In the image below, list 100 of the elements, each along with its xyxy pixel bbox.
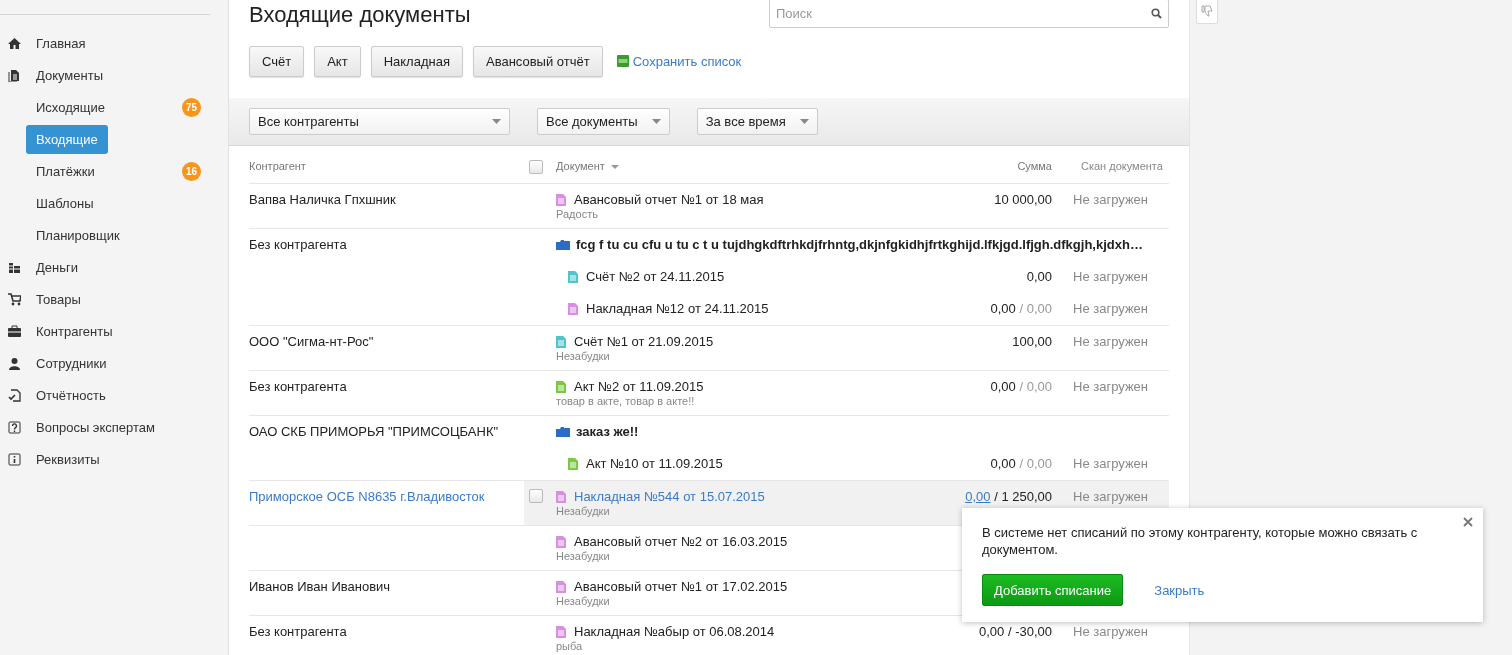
total-amount: / 0,00 (1019, 301, 1052, 316)
thumbs-down-icon (1201, 5, 1213, 17)
filter-dropdown[interactable]: За все время (696, 108, 818, 135)
folder-icon (556, 425, 570, 437)
scan-status: Не загружен (1073, 192, 1148, 207)
info-icon (7, 452, 21, 466)
report-icon (7, 388, 21, 402)
amount-text: 100,00 (1012, 334, 1052, 349)
scan-status: Не загружен (1073, 379, 1148, 394)
scan-status: Не загружен (1073, 624, 1148, 639)
document-icon (568, 270, 578, 283)
scan-status: Не загружен (1073, 489, 1148, 504)
document-link[interactable]: Авансовый отчет №2 от 16.03.2015 (574, 533, 788, 550)
counterparty-name[interactable]: Иванов Иван Иванович (249, 579, 391, 594)
search-field[interactable]: Поиск (769, 0, 1169, 28)
scan-status: Не загружен (1073, 334, 1148, 349)
document-link[interactable]: Счёт №1 от 21.09.2015 (574, 333, 714, 350)
close-icon[interactable] (1463, 517, 1473, 527)
caret-icon (492, 119, 501, 124)
column-header[interactable]: Документ (556, 158, 605, 175)
create-document-button[interactable]: Акт (314, 45, 361, 77)
document-note: Незабудки (556, 350, 611, 362)
sidebar-item[interactable]: Планировщик (26, 220, 130, 250)
home-icon (7, 36, 21, 50)
briefcase-icon (7, 324, 21, 338)
sidebar-item[interactable]: Контрагенты (36, 316, 123, 346)
sidebar-item[interactable]: Главная (36, 28, 96, 58)
create-document-button[interactable]: Накладная (370, 45, 463, 77)
sidebar-item[interactable]: Платёжки (26, 156, 105, 186)
sidebar-item[interactable]: Отчётность (36, 380, 116, 410)
spreadsheet-icon (616, 55, 629, 67)
coins-icon (7, 260, 21, 274)
sidebar-item[interactable]: Шаблоны (26, 188, 104, 218)
scan-status: Не загружен (1073, 456, 1148, 471)
sidebar-item[interactable]: Деньги (36, 252, 88, 282)
document-icon (556, 193, 566, 206)
search-icon (1151, 8, 1162, 19)
sidebar-item[interactable]: Сотрудники (36, 348, 117, 378)
total-amount: / -30,00 (1007, 624, 1052, 639)
document-icon (568, 457, 578, 470)
document-note: рыба (556, 640, 584, 652)
total-amount: / 0,00 (1019, 456, 1052, 471)
filter-dropdown[interactable]: Все контрагенты (249, 108, 510, 135)
folder-title[interactable]: fcg f tu cu cfu u tu c t u tujdhgkdftrhkdjfrhntg,dkjnfgkidhjfrtkghijd.lfkjgd.lfjgh.dfkgjh,kjdxh… (576, 235, 1143, 253)
counterparty-name[interactable]: Приморское ОСБ N8635 г.Владивосток (249, 489, 485, 504)
document-link[interactable]: Авансовый отчет №1 от 17.02.2015 (574, 578, 788, 595)
caret-icon (651, 119, 661, 124)
counterparty-name[interactable]: Вапва Наличка Гпхшник (249, 192, 396, 207)
sidebar-item[interactable]: Исходящие (26, 92, 115, 122)
column-header: Сумма (1017, 160, 1052, 172)
feedback-button[interactable] (1196, 0, 1218, 24)
cart-icon (7, 292, 21, 306)
popover-message: В системе нет списаний по этому контрагенту, которые можно связать с документом. (982, 524, 1419, 558)
document-link[interactable]: Накладная №544 от 15.07.2015 (574, 488, 765, 505)
document-link[interactable]: Накладная №12 от 24.11.2015 (586, 300, 769, 317)
select-all-checkbox[interactable] (529, 159, 543, 174)
document-icon (556, 580, 566, 593)
payment-link[interactable]: 0,00 (965, 489, 991, 504)
column-header: Скан документа (1080, 160, 1163, 172)
sidebar-item[interactable]: Реквизиты (36, 444, 110, 474)
total-amount: / 0,00 (1019, 379, 1052, 394)
document-note: Незабудки (556, 505, 611, 517)
document-link[interactable]: Накладная №абыр от 06.08.2014 (574, 623, 775, 640)
row-checkbox[interactable] (529, 489, 543, 503)
document-link[interactable]: Акт №2 от 11.09.2015 (574, 378, 704, 395)
folder-title[interactable]: заказ же!! (576, 422, 639, 440)
counterparty-name[interactable]: Без контрагента (249, 237, 347, 252)
sidebar-item[interactable]: Товары (36, 284, 91, 314)
amount-text: 0,00 (990, 456, 1016, 471)
close-link[interactable]: Закрыть (1154, 582, 1205, 598)
amount-text: 10 000,00 (994, 192, 1052, 207)
counterparty-name[interactable]: ООО "Сигма-нт-Рос" (249, 334, 374, 349)
count-badge: 16 (182, 161, 201, 181)
sort-caret-icon (610, 164, 619, 169)
scan-status: Не загружен (1073, 269, 1148, 284)
document-link[interactable]: Авансовый отчет №1 от 18 мая (574, 191, 764, 208)
document-icon (556, 490, 566, 503)
page-title: Входящие документы (249, 1, 471, 29)
document-link[interactable]: Счёт №2 от 24.11.2015 (586, 268, 725, 285)
document-note: Незабудки (556, 595, 611, 607)
document-icon (556, 335, 566, 348)
create-document-button[interactable]: Счёт (249, 45, 305, 77)
counterparty-name[interactable]: ОАО СКБ ПРИМОРЬЯ "ПРИМСОЦБАНК" (249, 424, 499, 439)
document-icon (556, 535, 566, 548)
create-document-button[interactable]: Авансовый отчёт (473, 45, 603, 77)
scan-status: Не загружен (1073, 301, 1148, 316)
document-link[interactable]: Акт №10 от 11.09.2015 (586, 455, 723, 472)
count-badge: 75 (182, 97, 201, 117)
amount-text: 0,00 (990, 301, 1016, 316)
sidebar-item[interactable]: Вопросы экспертам (36, 412, 165, 442)
document-icon (568, 302, 578, 315)
counterparty-name[interactable]: Без контрагента (249, 624, 347, 639)
sidebar-item[interactable]: Документы (36, 60, 113, 90)
save-list-link[interactable]: Сохранить список (632, 53, 742, 69)
caret-icon (799, 119, 809, 124)
filter-dropdown[interactable]: Все документы (537, 108, 670, 135)
document-note: товар в акте, товар в акте!! (556, 395, 696, 407)
person-icon (7, 356, 21, 370)
counterparty-name[interactable]: Без контрагента (249, 379, 347, 394)
document-icon (556, 380, 566, 393)
